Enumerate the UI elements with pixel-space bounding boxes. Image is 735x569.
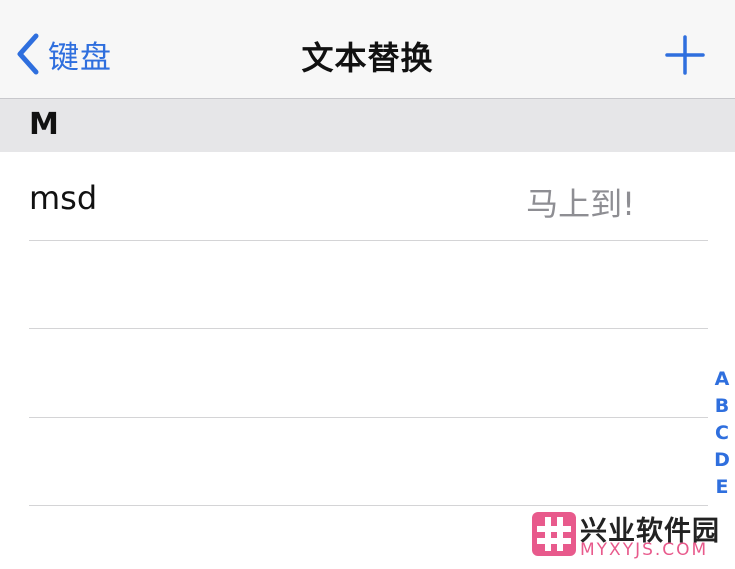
list-item <box>0 330 735 418</box>
index-letter-c[interactable]: C <box>715 420 729 447</box>
list-item <box>0 418 735 506</box>
index-letter-a[interactable]: A <box>715 366 730 393</box>
row-divider <box>29 328 708 329</box>
watermark-url: MYXYJS.COM <box>580 540 709 560</box>
list-item <box>0 241 735 329</box>
navigation-bar: 键盘 文本替换 <box>0 0 735 99</box>
page-title: 文本替换 <box>301 39 434 77</box>
index-letter-d[interactable]: D <box>714 447 730 474</box>
row-divider <box>29 505 708 506</box>
phrase-text: 马上到! <box>526 185 635 223</box>
section-index[interactable]: A B C D E <box>712 366 732 501</box>
index-letter-e[interactable]: E <box>716 474 729 501</box>
watermark: 兴业软件园 MYXYJS.COM <box>522 507 735 569</box>
index-letter-b[interactable]: B <box>715 393 729 420</box>
list-item[interactable]: msd 马上到! <box>0 153 735 241</box>
add-icon[interactable] <box>664 34 706 76</box>
hash-logo-icon <box>532 512 576 556</box>
shortcut-text: msd <box>29 179 98 217</box>
section-header: M <box>0 99 735 152</box>
section-letter: M <box>29 107 59 142</box>
